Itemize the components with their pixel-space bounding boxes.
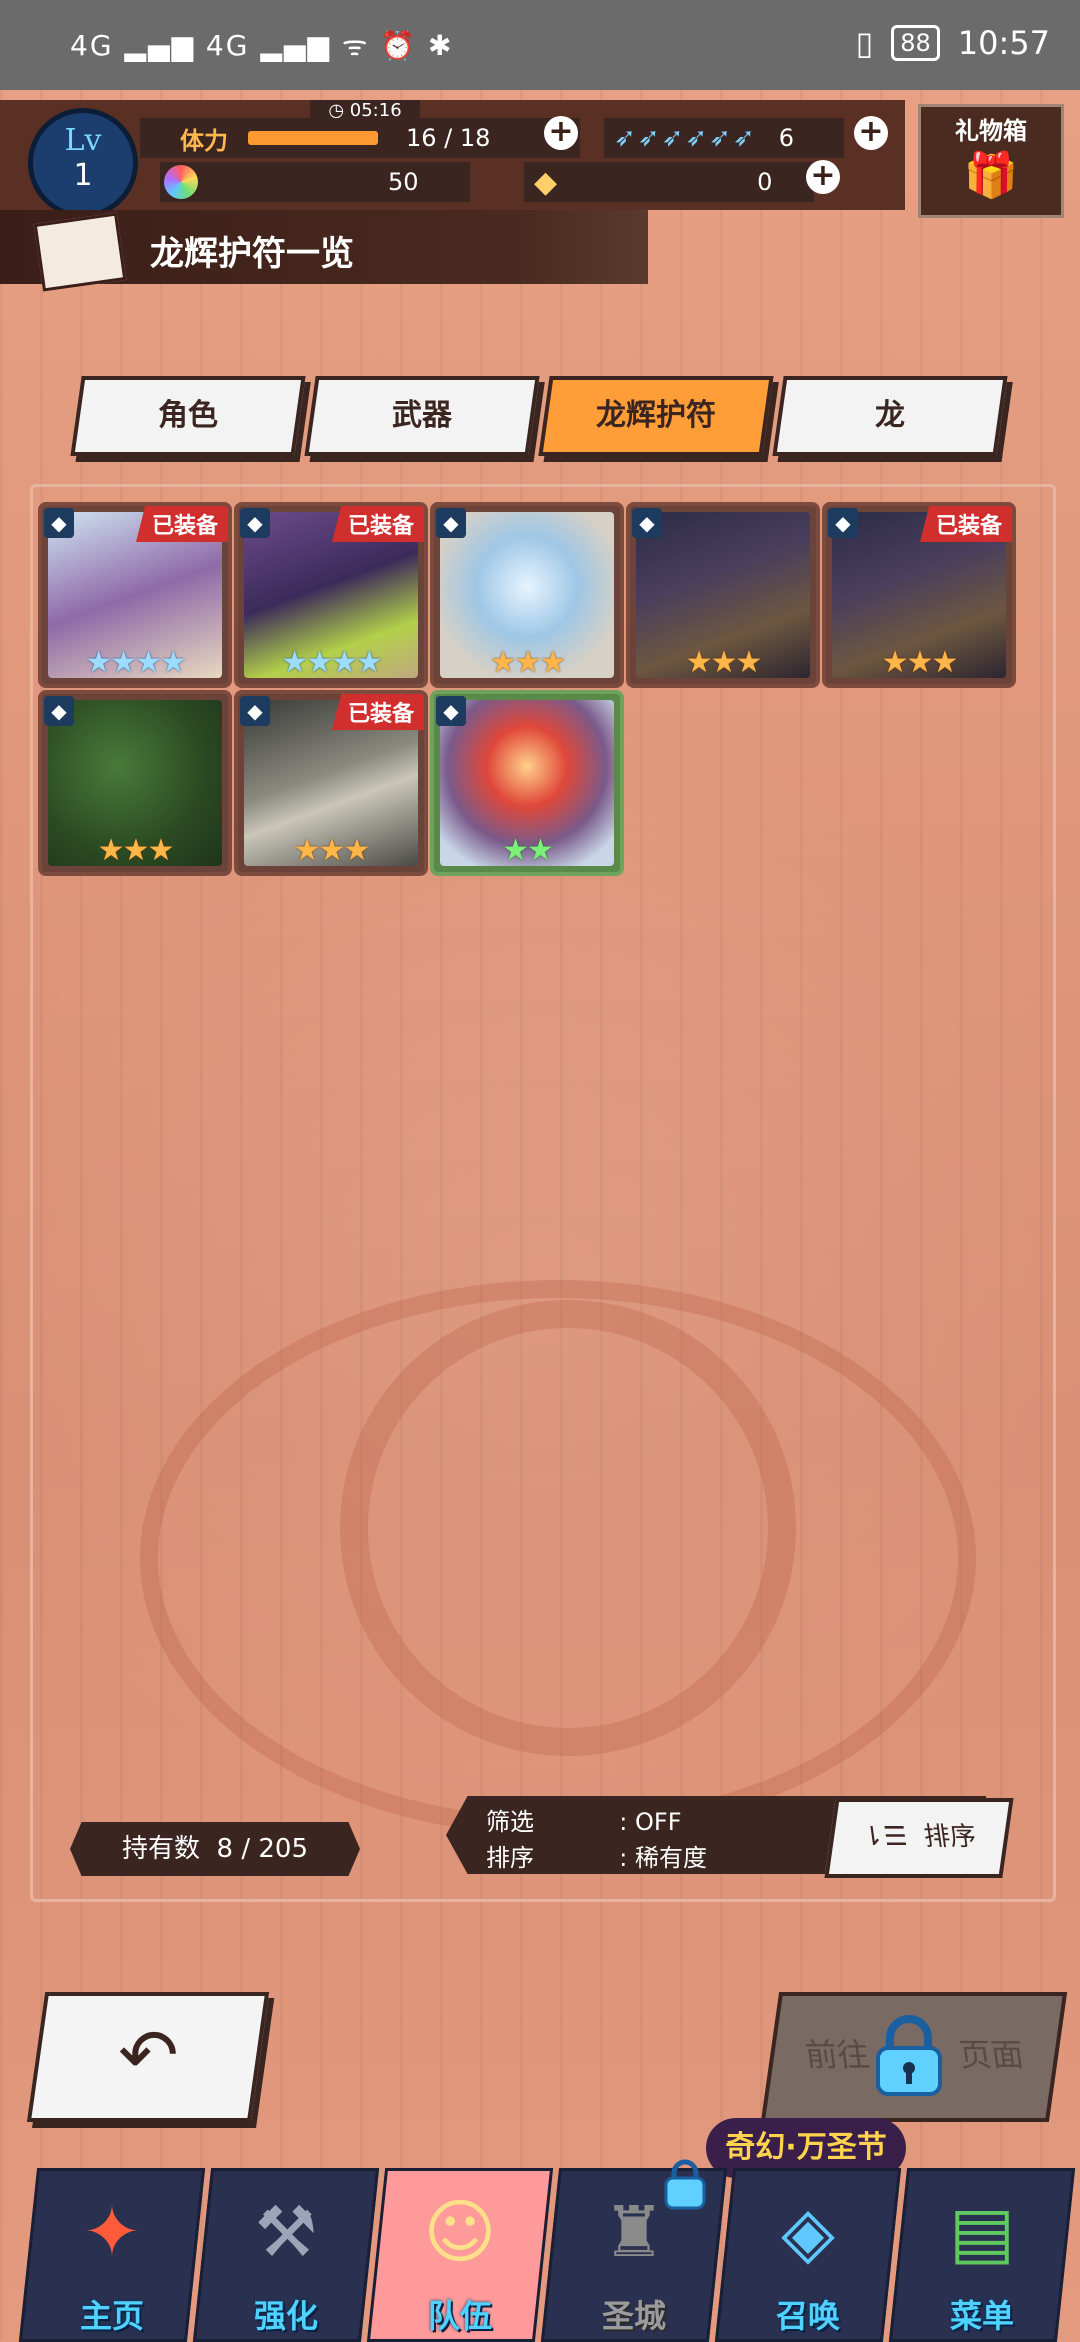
nav-label: 召唤 xyxy=(775,2297,840,2335)
nav-menu[interactable]: ▤ 菜单 xyxy=(888,2168,1076,2342)
nav-label: 强化 xyxy=(253,2297,318,2335)
document-quill-icon xyxy=(33,212,127,292)
clock: 10:57 xyxy=(957,24,1050,62)
signal-indicators: 4G ▂▄▆ 4G ▂▄▆ ᯤ ⏰ ✱ xyxy=(70,29,454,62)
tab-wyrmprints[interactable]: 龙辉护符 xyxy=(538,376,774,456)
equipped-badge: 已装备 xyxy=(135,506,228,542)
lock-toggle-icon: ◆ xyxy=(240,508,270,538)
goto-suffix: 页面 xyxy=(956,2036,1026,2074)
rainbow-row: 50 xyxy=(160,162,470,202)
sort-button-label: 排序 xyxy=(921,1822,979,1852)
tab-label: 龙辉护符 xyxy=(596,398,716,433)
lock-toggle-icon: ◆ xyxy=(632,508,662,538)
stamina-value: 16 / 18 xyxy=(406,124,491,152)
gem-icon: ◆ xyxy=(534,164,558,200)
add-wings-button[interactable]: + xyxy=(854,116,888,150)
nav-label: 主页 xyxy=(79,2297,144,2335)
gift-icon: 🎁 xyxy=(963,150,1019,201)
gem-row: ◆ 0 xyxy=(524,162,814,202)
book-icon: ▤ xyxy=(948,2191,1016,2273)
home-star-icon: ✦ xyxy=(82,2191,142,2273)
nav-label: 圣城 xyxy=(601,2297,666,2335)
team-portrait-icon: ☺ xyxy=(423,2191,497,2273)
wyrmprint-card[interactable]: ◆ ★★★ xyxy=(38,690,232,876)
wings-value: 6 xyxy=(778,124,794,152)
stamina-bar xyxy=(248,131,378,145)
gem-value: 0 xyxy=(757,168,773,196)
level-badge: Lv 1 xyxy=(28,108,138,218)
page-title: 龙辉护符一览 xyxy=(150,234,354,274)
owned-count-value: 8 / 205 xyxy=(216,1834,308,1864)
page-title-bar: 龙辉护符一览 xyxy=(0,210,648,292)
equipped-badge: 已装备 xyxy=(331,506,424,542)
rarity-stars: ★★★ xyxy=(97,833,175,868)
equipped-badge: 已装备 xyxy=(919,506,1012,542)
rarity-stars: ★★ xyxy=(502,833,554,868)
nav-enhance[interactable]: ⚒ 强化 xyxy=(192,2168,380,2342)
wyrmprint-card[interactable]: ◆ 已装备 ★★★ xyxy=(822,502,1016,688)
filter-value: : OFF xyxy=(619,1808,682,1836)
lock-toggle-icon: ◆ xyxy=(44,696,74,726)
wyrmprint-card[interactable]: ◆ ★★ xyxy=(430,690,624,876)
wyrmprint-card[interactable]: ◆ 已装备 ★★★★ xyxy=(38,502,232,688)
level-label: Lv xyxy=(64,123,102,158)
goto-label: 前往 xyxy=(802,2036,872,2074)
lock-toggle-icon: ◆ xyxy=(44,508,74,538)
wings-icon: ➶➶➶➶➶➶ xyxy=(614,123,757,153)
tab-weapons[interactable]: 武器 xyxy=(304,376,540,456)
rarity-stars: ★★★★ xyxy=(281,645,383,680)
rarity-stars: ★★★ xyxy=(489,645,567,680)
rarity-stars: ★★★ xyxy=(881,645,959,680)
nav-label: 菜单 xyxy=(949,2297,1014,2335)
equipped-badge: 已装备 xyxy=(331,694,424,730)
back-arrow-icon: ↶ xyxy=(118,2013,179,2097)
nav-label: 队伍 xyxy=(427,2297,492,2335)
rainbow-orb-icon xyxy=(164,165,198,199)
level-value: 1 xyxy=(73,158,93,193)
rarity-stars: ★★★★ xyxy=(85,645,187,680)
nav-summon[interactable]: ◈ 召唤 xyxy=(714,2168,902,2342)
gift-box-label: 礼物箱 xyxy=(955,117,1027,145)
stamina-row: 体力 16 / 18 xyxy=(140,118,580,158)
lock-toggle-icon: ◆ xyxy=(436,508,466,538)
nav-team[interactable]: ☺ 队伍 xyxy=(366,2168,554,2342)
padlock-icon xyxy=(876,2015,942,2096)
sort-button[interactable]: ⇂☰ 排序 xyxy=(824,1798,1014,1878)
battery-indicator: 88 xyxy=(891,25,940,61)
filter-label: 筛选 xyxy=(486,1808,534,1836)
lock-toggle-icon: ◆ xyxy=(828,508,858,538)
hammer-icon: ⚒ xyxy=(254,2191,318,2273)
tab-characters[interactable]: 角色 xyxy=(70,376,306,456)
rarity-stars: ★★★ xyxy=(293,833,371,868)
crystal-icon: ◈ xyxy=(781,2191,835,2273)
wyrmprint-card[interactable]: ◆ 已装备 ★★★ xyxy=(234,690,428,876)
lock-toggle-icon: ◆ xyxy=(240,696,270,726)
owned-count-label: 持有数 xyxy=(121,1834,200,1864)
tab-label: 角色 xyxy=(158,398,218,433)
rarity-stars: ★★★ xyxy=(685,645,763,680)
tab-label: 武器 xyxy=(392,398,452,433)
wings-row: ➶➶➶➶➶➶ 6 xyxy=(604,118,844,158)
wyrmprint-card[interactable]: ◆ ★★★ xyxy=(430,502,624,688)
gift-box-button[interactable]: 礼物箱 🎁 xyxy=(918,104,1064,218)
padlock-icon xyxy=(664,2159,706,2210)
wyrmprint-card[interactable]: ◆ 已装备 ★★★★ xyxy=(234,502,428,688)
add-stamina-button[interactable]: + xyxy=(544,116,578,150)
rainbow-value: 50 xyxy=(388,168,419,196)
status-bar: 4G ▂▄▆ 4G ▂▄▆ ᯤ ⏰ ✱ ▯ 88 10:57 xyxy=(0,0,1080,90)
tab-label: 龙 xyxy=(875,398,905,433)
stamina-label: 体力 xyxy=(180,126,228,155)
add-gem-button[interactable]: + xyxy=(806,160,840,194)
tab-dragons[interactable]: 龙 xyxy=(772,376,1008,456)
nav-home[interactable]: ✦ 主页 xyxy=(18,2168,206,2342)
owned-count: 持有数 8 / 205 xyxy=(70,1822,360,1876)
sort-value: : 稀有度 xyxy=(619,1844,707,1872)
sort-label: 排序 xyxy=(486,1844,534,1872)
lock-toggle-icon: ◆ xyxy=(436,696,466,726)
back-button[interactable]: ↶ xyxy=(26,1992,270,2122)
sort-order-icon: ⇂☰ xyxy=(860,1822,910,1852)
wyrmprint-card[interactable]: ◆ ★★★ xyxy=(626,502,820,688)
vibrate-icon: ▯ xyxy=(855,24,874,62)
